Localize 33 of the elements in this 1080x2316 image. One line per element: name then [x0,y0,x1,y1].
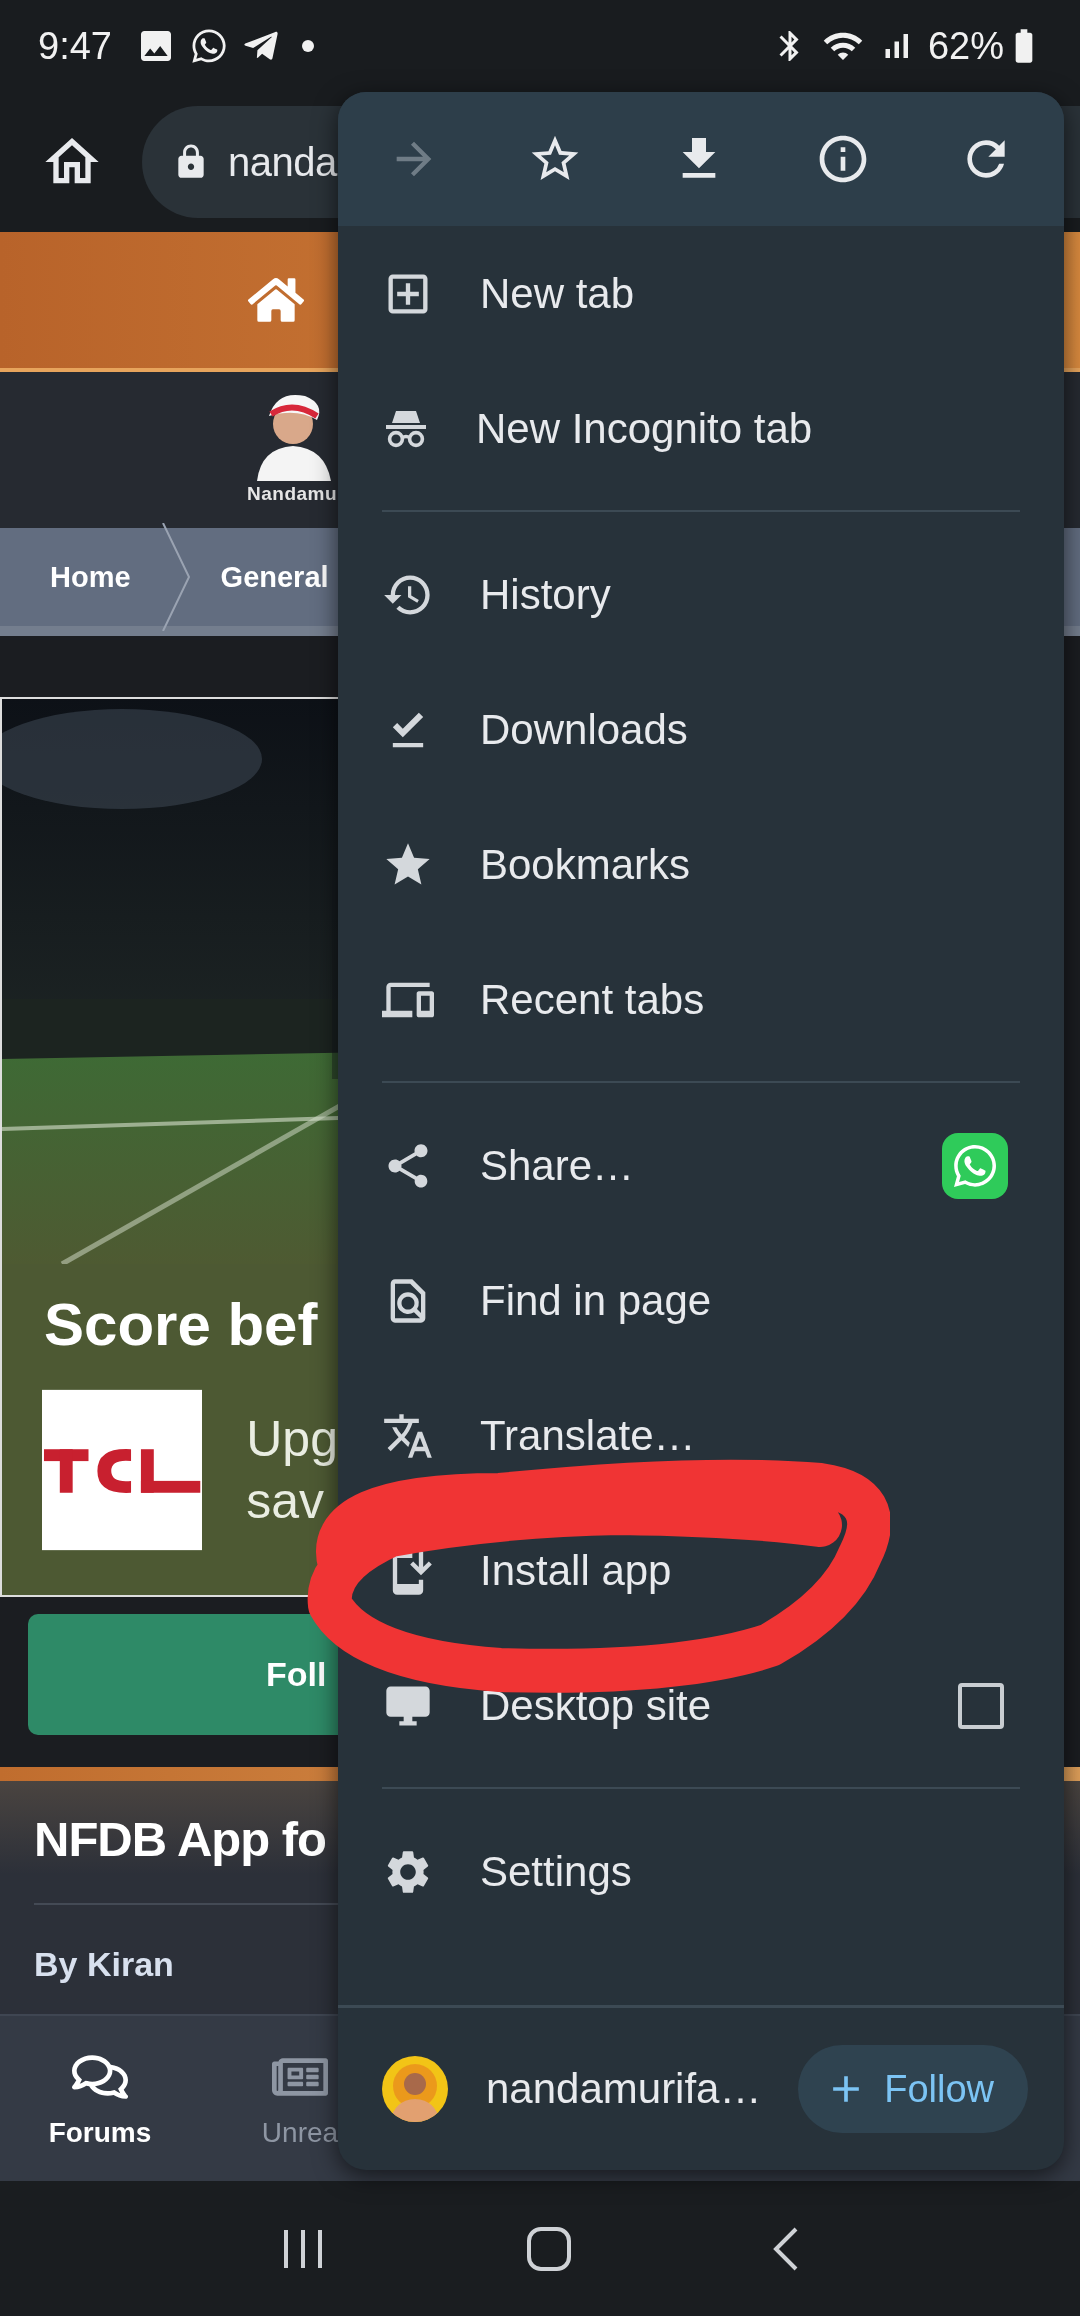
checkbox[interactable] [958,1682,1004,1729]
menu-item[interactable]: Downloads [338,662,1064,797]
battery-percent: 62% [927,24,1004,68]
menu-item[interactable]: Settings [338,1804,1064,1939]
breadcrumb-link[interactable]: Home [0,560,131,594]
logo-caption: Nandamu [247,483,338,505]
thread-title: NFDB App fo [34,1811,326,1867]
ad-banner[interactable]: Score bef Upg sav [0,697,338,1597]
menu-item[interactable]: Translate… [338,1368,1064,1503]
nav-tab[interactable]: Forums [0,2016,200,2181]
site-name: nandamurifa… [486,2065,763,2113]
menu-item[interactable]: Find in page [338,1233,1064,1368]
nav-tab[interactable]: Unrea [200,2016,400,2181]
whatsapp-icon [189,27,228,65]
follow-site-button[interactable]: Follow [798,2045,1028,2133]
ad-headline: Score bef [44,1290,318,1359]
menu-item[interactable]: Install app [338,1503,1064,1638]
url-text: nanda [228,139,337,185]
breadcrumb-link[interactable]: General [170,560,329,594]
dot-icon [301,40,314,52]
ad-text: Upg [246,1410,338,1469]
back-button[interactable] [772,2225,800,2272]
menu-item[interactable]: Desktop site [338,1638,1064,1773]
menu-item[interactable]: Bookmarks [338,797,1064,932]
menu-item[interactable]: New tab [338,226,1064,361]
menu-item[interactable]: New Incognito tab [338,361,1064,496]
menu-item[interactable]: Recent tabs [338,932,1064,1067]
menu-item[interactable]: History [338,527,1064,662]
status-time: 9:47 [38,24,112,68]
whatsapp-share-icon[interactable] [942,1132,1008,1199]
menu-item[interactable]: Share… [338,1098,1064,1233]
home-nav-button[interactable] [526,2225,572,2272]
ad-text: sav [246,1472,326,1531]
